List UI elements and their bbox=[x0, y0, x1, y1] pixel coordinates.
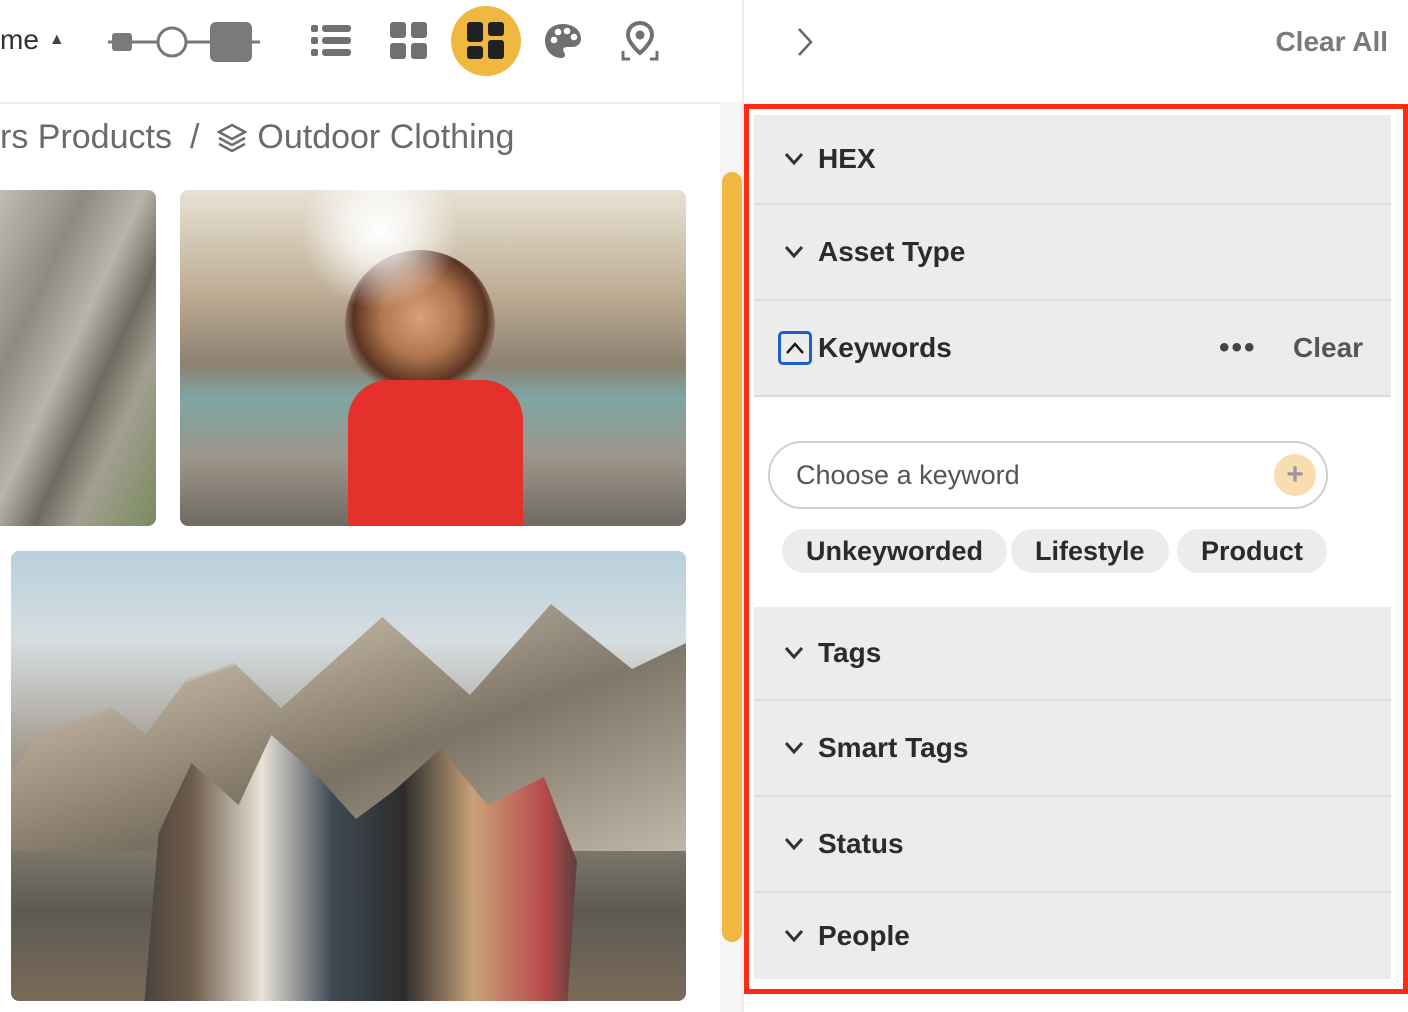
chevron-down-icon bbox=[784, 929, 804, 943]
chevron-up-icon[interactable] bbox=[778, 331, 812, 365]
breadcrumb-parent[interactable]: rs Products bbox=[0, 118, 172, 157]
palette-icon bbox=[545, 24, 581, 58]
section-status[interactable]: Status bbox=[754, 797, 1391, 893]
grid-icon bbox=[390, 22, 427, 59]
section-label: Smart Tags bbox=[818, 732, 969, 763]
chevron-down-icon bbox=[784, 245, 804, 259]
section-label: Status bbox=[818, 828, 904, 859]
subject-jacket bbox=[348, 380, 523, 526]
section-label: Tags bbox=[818, 637, 882, 668]
asset-thumbnail-cliff[interactable] bbox=[0, 190, 156, 526]
thumbnail-size-slider[interactable] bbox=[104, 22, 264, 62]
map-pin-icon bbox=[621, 21, 659, 61]
scrollbar-thumb[interactable] bbox=[722, 172, 742, 942]
sort-dropdown[interactable]: me ▲ bbox=[0, 24, 65, 56]
palette-view-button[interactable] bbox=[528, 6, 598, 76]
section-label: People bbox=[818, 920, 910, 951]
chevron-right-icon bbox=[798, 28, 813, 56]
grid-view-button[interactable] bbox=[374, 6, 444, 76]
section-people[interactable]: People bbox=[754, 893, 1391, 979]
keywords-body: + Unkeyworded Lifestyle Product bbox=[754, 397, 1391, 607]
section-label: Asset Type bbox=[818, 236, 966, 267]
asset-thumbnail-hikers-group[interactable] bbox=[11, 551, 686, 1001]
keyword-chip-unkeyworded[interactable]: Unkeyworded bbox=[782, 529, 1008, 573]
section-smart-tags[interactable]: Smart Tags bbox=[754, 701, 1391, 797]
keyword-chip-lifestyle[interactable]: Lifestyle bbox=[1011, 529, 1169, 573]
breadcrumb: rs Products / Outdoor Clothing bbox=[0, 118, 514, 157]
chevron-down-icon bbox=[784, 152, 804, 166]
mosaic-view-button[interactable] bbox=[451, 6, 521, 76]
map-view-button[interactable] bbox=[605, 6, 675, 76]
clear-all-button[interactable]: Clear All bbox=[1275, 26, 1388, 58]
keyword-input[interactable] bbox=[794, 455, 1258, 495]
section-label: HEX bbox=[818, 143, 876, 174]
filter-sections: HEX Asset Type Keywords ••• Clear + Unke… bbox=[744, 104, 1408, 994]
mosaic-icon bbox=[467, 22, 504, 59]
breadcrumb-current: Outdoor Clothing bbox=[257, 118, 515, 156]
section-asset-type[interactable]: Asset Type bbox=[754, 205, 1391, 301]
section-label: Keywords bbox=[818, 332, 952, 363]
list-icon bbox=[311, 25, 351, 56]
keywords-clear-button[interactable]: Clear bbox=[1293, 332, 1363, 364]
chevron-down-icon bbox=[784, 741, 804, 755]
breadcrumb-separator: / bbox=[189, 118, 200, 156]
keyword-chip-product[interactable]: Product bbox=[1177, 529, 1328, 573]
caret-up-icon: ▲ bbox=[48, 31, 65, 48]
keyword-search-field[interactable]: + bbox=[768, 441, 1328, 509]
section-tags[interactable]: Tags bbox=[754, 607, 1391, 701]
section-hex[interactable]: HEX bbox=[754, 115, 1391, 205]
sort-label: me bbox=[0, 24, 39, 55]
list-view-button[interactable] bbox=[296, 6, 366, 76]
collapse-panel-button[interactable] bbox=[790, 22, 820, 62]
asset-thumbnail-woman-lake[interactable] bbox=[180, 190, 686, 526]
more-options-button[interactable]: ••• bbox=[1219, 331, 1257, 365]
chevron-down-icon bbox=[784, 837, 804, 851]
add-keyword-button[interactable]: + bbox=[1274, 454, 1316, 496]
layers-icon bbox=[217, 123, 248, 153]
chevron-down-icon bbox=[784, 646, 804, 660]
toolbar: me ▲ bbox=[0, 0, 742, 104]
